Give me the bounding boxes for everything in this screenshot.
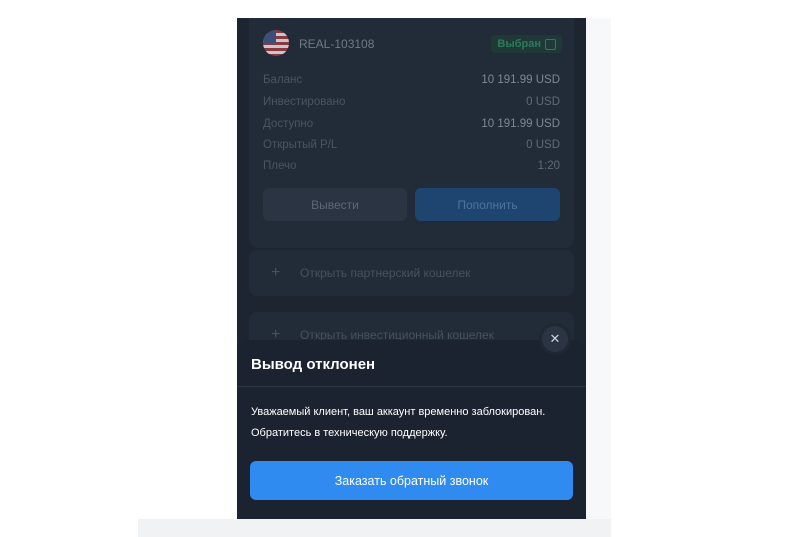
deposit-button[interactable]: Пополнить [415,188,560,221]
withdrawal-rejected-sheet: Вывод отклонен Уважаемый клиент, ваш акк… [237,340,586,519]
invested-row: Инвестировано 0 USD [263,96,560,114]
close-icon[interactable]: ✕ [542,326,568,352]
open-partner-wallet-label: Открыть партнерский кошелек [300,266,471,280]
available-row: Доступно 10 191.99 USD [263,118,560,136]
selected-badge-label: Выбран [497,38,541,50]
leverage-label: Плечо [263,160,297,172]
sheet-divider [237,386,586,387]
balance-label: Баланс [263,74,303,86]
available-value: 10 191.99 USD [481,118,560,130]
invested-value: 0 USD [526,96,560,108]
bottom-strip [138,519,611,537]
selected-badge: Выбран [491,35,562,53]
wallet-card: REAL-103108 Выбран Баланс 10 191.99 USD … [249,18,574,248]
request-callback-button[interactable]: Заказать обратный звонок [250,461,573,500]
leverage-value: 1:20 [537,160,560,172]
open-partner-wallet-row[interactable]: + Открыть партнерский кошелек [249,250,574,296]
open-pl-row: Открытый P/L 0 USD [263,139,560,157]
invested-label: Инвестировано [263,96,346,108]
sheet-message-line-1: Уважаемый клиент, ваш аккаунт временно з… [251,406,546,418]
balance-value: 10 191.99 USD [481,74,560,86]
sheet-title: Вывод отклонен [251,356,376,373]
leverage-row: Плечо 1:20 [263,160,560,178]
screenshot-canvas: REAL-103108 Выбран Баланс 10 191.99 USD … [0,0,800,537]
plus-icon: + [271,264,281,281]
open-pl-value: 0 USD [526,139,560,151]
mobile-screen: REAL-103108 Выбран Баланс 10 191.99 USD … [237,18,586,519]
us-flag-icon [263,30,289,56]
sheet-message-line-2: Обратитесь в техническую поддержку. [251,427,448,439]
side-strip [586,18,611,519]
available-label: Доступно [263,118,314,130]
balance-row: Баланс 10 191.99 USD [263,74,560,92]
check-icon [545,38,556,50]
withdraw-button[interactable]: Вывести [263,188,407,221]
open-pl-label: Открытый P/L [263,139,338,151]
account-id: REAL-103108 [299,37,375,51]
sheet-message: Уважаемый клиент, ваш аккаунт временно з… [251,402,576,444]
